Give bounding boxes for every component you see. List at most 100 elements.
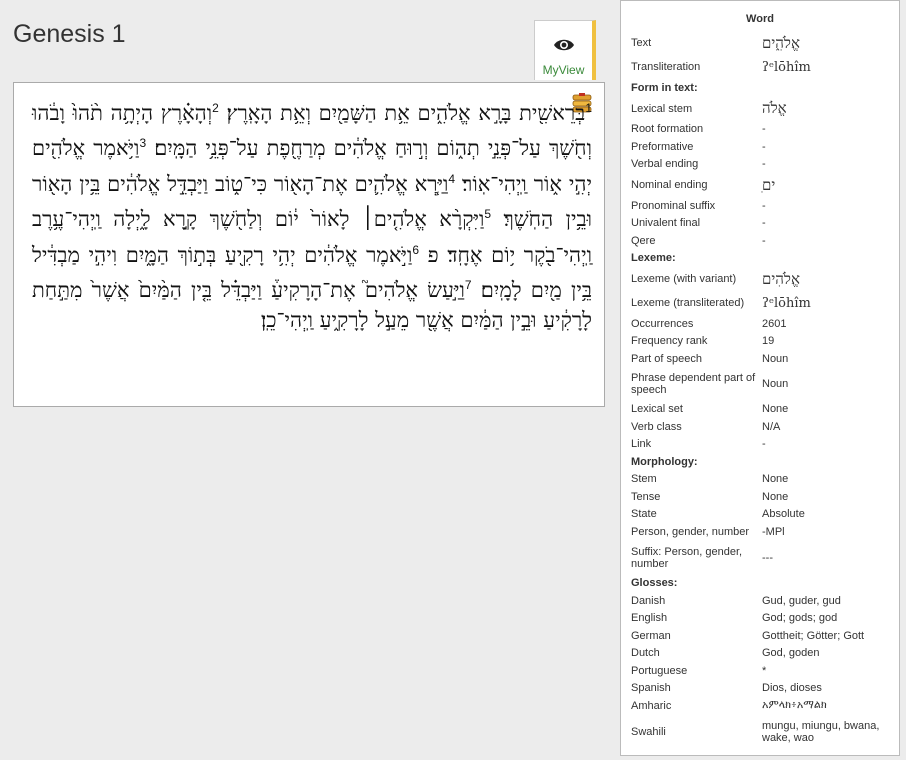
- word-row: Text אֱלֹהִ֑ים: [631, 31, 906, 55]
- word-field-value: God, goden: [762, 647, 820, 660]
- word-field-label: German: [631, 629, 671, 642]
- word-row: Occurrences 2601: [631, 315, 906, 333]
- verse-number[interactable]: 4: [448, 172, 455, 186]
- word-field-label: Amharic: [631, 699, 672, 712]
- verse-text[interactable]: בְּרֵאשִׁ֖ית בָּרָ֣א אֱלֹהִ֑ים אֵ֥ת הַשָ…: [227, 101, 586, 125]
- word-field-label: Phrase dependent part of speech: [631, 372, 756, 396]
- word-field-value: -: [762, 438, 766, 451]
- word-field-value: Gottheit; Götter; Gott: [762, 629, 865, 642]
- word-field-value: God; gods; god: [762, 612, 838, 625]
- word-field-value: Dios, dioses: [762, 682, 822, 695]
- word-field-label: Suffix: Person, gender, number: [631, 545, 743, 570]
- word-field-value: አምላክ፥አማልክ: [762, 699, 827, 712]
- word-field-value: -: [762, 123, 766, 136]
- word-panel-title: Word: [746, 13, 774, 25]
- word-row: Link -: [631, 436, 906, 454]
- word-field-label: Verbal ending: [631, 158, 699, 171]
- word-row: Frequency rank 19: [631, 333, 906, 351]
- word-field-value: Noun: [762, 352, 789, 365]
- word-row: Univalent final -: [631, 215, 906, 233]
- word-field-value: אֱלֹהִ֑ים: [762, 33, 800, 52]
- word-field-label: Portuguese: [631, 664, 688, 677]
- word-row: Verbal ending -: [631, 156, 906, 174]
- word-field-label: Dutch: [631, 647, 660, 660]
- page-title: Genesis 1: [13, 20, 126, 48]
- word-row: Lexeme (with variant) אֱלֹהִים: [631, 267, 906, 291]
- myview-label: MyView: [542, 63, 585, 77]
- word-row: Verb class N/A: [631, 418, 906, 436]
- word-field-label: Text: [631, 37, 652, 49]
- word-field-value: אֱלֹהִים: [762, 269, 800, 288]
- word-row: Amharic አምላክ፥አማልክ: [631, 697, 906, 715]
- word-row: Portuguese *: [631, 662, 906, 680]
- word-field-label: Lexeme (transliterated): [631, 297, 745, 309]
- word-field-value: 2601: [762, 317, 787, 330]
- verse-number[interactable]: 3: [139, 136, 146, 150]
- word-field-value: *: [762, 664, 767, 677]
- word-field-value: mungu, miungu, bwana, wake, wao: [762, 719, 880, 744]
- word-field-value: ʔᵉlōhîm: [762, 59, 811, 75]
- verse-number[interactable]: 5: [484, 207, 491, 221]
- word-row: Danish Gud, guder, gud: [631, 592, 906, 610]
- word-row: Preformative -: [631, 138, 906, 156]
- section-heading: Glosses:: [631, 577, 678, 590]
- word-field-value: None: [762, 473, 789, 486]
- word-field-label: Part of speech: [631, 352, 702, 365]
- word-panel: Word Text אֱלֹהִ֑ים Transliteration ʔᵉlōhîm…: [620, 0, 900, 756]
- word-row: Lexical stem אֱלֹה: [631, 97, 906, 121]
- myview-button[interactable]: MyView: [534, 20, 596, 80]
- word-field-value: ʔᵉlōhîm: [762, 295, 811, 311]
- word-row: Stem None: [631, 471, 906, 489]
- word-row: English God; gods; god: [631, 610, 906, 628]
- word-row: Swahili mungu, miungu, bwana, wake, wao: [631, 715, 906, 749]
- verse-number[interactable]: 7: [465, 278, 472, 292]
- word-row: German Gottheit; Götter; Gott: [631, 627, 906, 645]
- word-field-value: Absolute: [762, 508, 805, 521]
- word-row: Suffix: Person, gender, number ---: [631, 541, 906, 575]
- word-field-label: Lexical set: [631, 403, 683, 416]
- word-field-label: Stem: [631, 473, 657, 486]
- eye-icon: [553, 39, 574, 51]
- section-heading: Lexeme:: [631, 252, 676, 265]
- word-field-value: -: [762, 199, 766, 212]
- verse-number[interactable]: 1: [585, 101, 592, 115]
- word-row: Person, gender, number -MPl: [631, 523, 906, 541]
- word-field-label: Person, gender, number: [631, 525, 750, 538]
- word-field-value: ִים: [762, 175, 776, 194]
- word-row: Lexical set None: [631, 401, 906, 419]
- word-field-value: 19: [762, 335, 775, 348]
- word-row: Lexeme (transliterated) ʔᵉlōhîm: [631, 291, 906, 315]
- word-field-value: -: [762, 140, 766, 153]
- word-row: Tense None: [631, 488, 906, 506]
- verse-number[interactable]: 2: [212, 101, 219, 115]
- word-field-label: State: [631, 508, 657, 521]
- word-field-label: Root formation: [631, 123, 704, 136]
- section-heading: Form in text:: [631, 81, 698, 94]
- word-field-label: Danish: [631, 594, 666, 607]
- word-row: Nominal endingִים: [631, 173, 906, 197]
- word-info-table: Text אֱלֹהִ֑ים Transliteration ʔᵉlōhîm Form …: [631, 31, 906, 749]
- word-field-value: אֱלֹה: [762, 99, 787, 117]
- word-row: State Absolute: [631, 506, 906, 524]
- word-row: Dutch God, goden: [631, 645, 906, 663]
- word-field-label: Frequency rank: [631, 335, 708, 348]
- word-field-label: Nominal ending: [631, 179, 708, 191]
- word-field-value: Gud, guder, gud: [762, 594, 841, 607]
- word-field-value: Noun: [762, 378, 789, 390]
- word-field-label: Qere: [631, 234, 656, 247]
- word-field-label: Tense: [631, 490, 661, 503]
- word-field-label: Spanish: [631, 682, 671, 695]
- word-row: Pronominal suffix -: [631, 197, 906, 215]
- section-heading: Morphology:: [631, 455, 698, 468]
- word-field-label: Preformative: [631, 140, 694, 153]
- verse-number[interactable]: 6: [412, 243, 419, 257]
- word-field-label: Lexical stem: [631, 102, 693, 115]
- word-field-label: Occurrences: [631, 317, 694, 330]
- word-field-label: Lexeme (with variant): [631, 273, 737, 285]
- word-field-label: Swahili: [631, 725, 666, 738]
- word-field-value: -: [762, 234, 766, 247]
- word-field-label: Link: [631, 438, 652, 451]
- hebrew-text: 1בְּרֵאשִׁ֖ית בָּרָ֣א אֱלֹהִ֑ים אֵ֥ת הַש…: [32, 93, 592, 336]
- word-field-label: Pronominal suffix: [631, 199, 716, 212]
- word-row: Qere -: [631, 232, 906, 250]
